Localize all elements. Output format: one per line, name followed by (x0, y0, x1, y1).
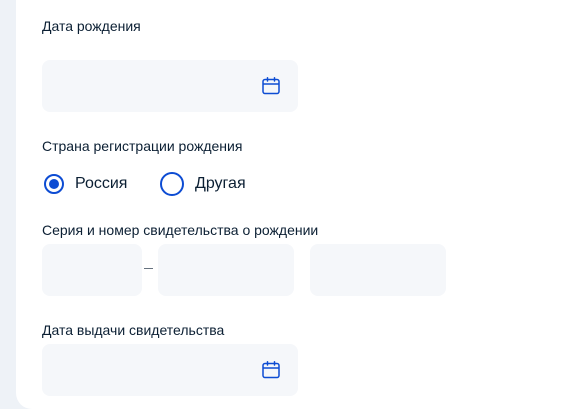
radio-other[interactable]: Другая (160, 172, 246, 196)
calendar-icon[interactable] (262, 77, 280, 95)
issue-date-label: Дата выдачи свидетельства (42, 322, 225, 338)
issue-date-field[interactable] (42, 344, 298, 396)
calendar-icon[interactable] (262, 361, 280, 379)
birth-date-label: Дата рождения (42, 18, 141, 34)
registration-country-label: Страна регистрации рождения (42, 138, 243, 154)
birth-date-field[interactable] (42, 60, 298, 112)
certificate-number-label: Серия и номер свидетельства о рождении (42, 222, 319, 238)
certificate-series-input-1[interactable] (42, 244, 142, 296)
certificate-number-input[interactable] (310, 244, 446, 296)
series-separator (144, 268, 153, 269)
radio-russia[interactable]: Россия (44, 172, 127, 196)
radio-other-label: Другая (195, 175, 246, 192)
certificate-series-input-2[interactable] (158, 244, 294, 296)
radio-other-circle[interactable] (160, 172, 184, 196)
radio-russia-label: Россия (75, 175, 128, 192)
radio-russia-circle[interactable] (44, 174, 64, 194)
